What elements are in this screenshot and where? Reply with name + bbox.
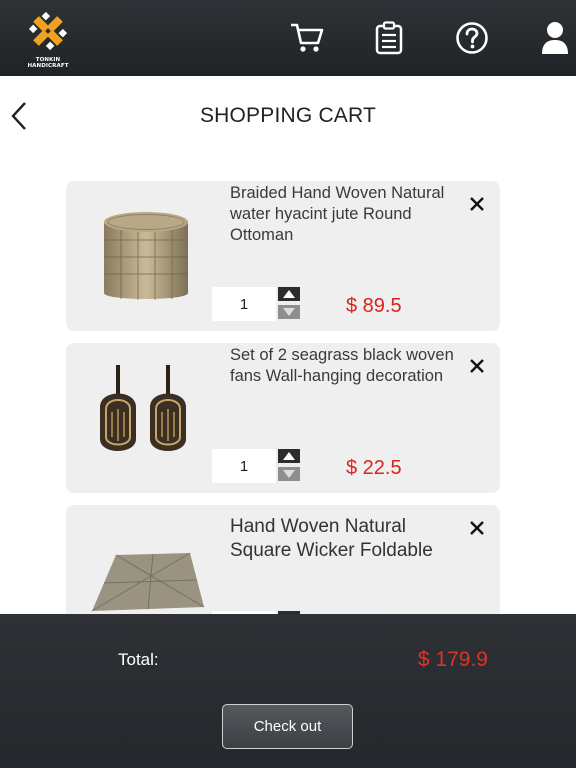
- user-icon: [542, 22, 568, 54]
- cart-button[interactable]: [287, 18, 327, 58]
- product-price: $ 89.5: [346, 295, 402, 317]
- product-name: Braided Hand Woven Natural water hyacint…: [230, 184, 445, 244]
- close-icon: [470, 521, 484, 535]
- product-image-fans[interactable]: [86, 357, 206, 477]
- remove-item-button[interactable]: [466, 517, 488, 539]
- close-icon: [470, 359, 484, 373]
- title-bar: SHOPPING CART: [0, 76, 576, 156]
- logo-text: TONKIN HANDICRAFT: [27, 57, 69, 69]
- app-header: TONKIN HANDICRAFT: [0, 0, 576, 76]
- product-price: $ 22.5: [346, 457, 402, 479]
- close-icon: [470, 197, 484, 211]
- triangle-up-icon: [283, 452, 295, 460]
- remove-item-button[interactable]: [466, 355, 488, 377]
- increase-quantity-button[interactable]: [278, 449, 300, 463]
- cart-item: Braided Hand Woven Natural water hyacint…: [66, 181, 500, 331]
- cart-summary-footer: Total: $ 179.9 Check out: [0, 614, 576, 768]
- triangle-down-icon: [283, 308, 295, 316]
- logo-mark-icon: [28, 11, 68, 51]
- brand-logo[interactable]: TONKIN HANDICRAFT: [18, 8, 78, 69]
- clipboard-icon: [375, 21, 403, 55]
- quantity-input[interactable]: [212, 449, 276, 483]
- triangle-down-icon: [283, 470, 295, 478]
- product-image-ottoman[interactable]: [86, 195, 206, 315]
- triangle-up-icon: [283, 290, 295, 298]
- product-image-square-wicker[interactable]: [86, 519, 206, 614]
- decrease-quantity-button[interactable]: [278, 305, 300, 319]
- cart-item-list[interactable]: Braided Hand Woven Natural water hyacint…: [0, 180, 576, 614]
- orders-button[interactable]: [369, 18, 409, 58]
- cart-item: Hand Woven Natural Square Wicker Foldabl…: [66, 505, 500, 614]
- product-name: Set of 2 seagrass black woven fans Wall-…: [230, 346, 454, 385]
- help-icon: [456, 22, 488, 54]
- increase-quantity-button[interactable]: [278, 287, 300, 301]
- product-name: Hand Woven Natural Square Wicker Foldabl…: [230, 516, 433, 561]
- total-value: $ 179.9: [417, 648, 488, 671]
- quantity-input[interactable]: [212, 287, 276, 321]
- cart-item: Set of 2 seagrass black woven fans Wall-…: [66, 343, 500, 493]
- remove-item-button[interactable]: [466, 193, 488, 215]
- cart-icon: [291, 23, 324, 52]
- checkout-button[interactable]: Check out: [222, 704, 353, 749]
- decrease-quantity-button[interactable]: [278, 467, 300, 481]
- help-button[interactable]: [452, 18, 492, 58]
- account-button[interactable]: [535, 18, 575, 58]
- page-title: SHOPPING CART: [199, 104, 377, 127]
- total-label: Total:: [118, 650, 159, 669]
